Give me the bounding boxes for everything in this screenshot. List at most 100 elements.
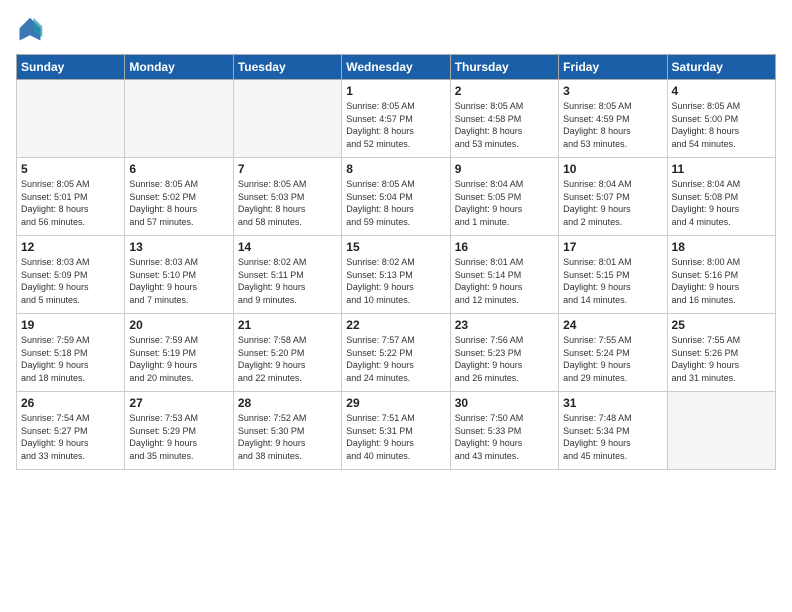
- day-info: Sunrise: 7:53 AM Sunset: 5:29 PM Dayligh…: [129, 412, 228, 462]
- day-number: 20: [129, 318, 228, 332]
- day-cell: [17, 80, 125, 158]
- day-number: 11: [672, 162, 771, 176]
- day-cell: 9 Sunrise: 8:04 AM Sunset: 5:05 PM Daylig…: [450, 158, 558, 236]
- day-number: 22: [346, 318, 445, 332]
- day-cell: 6 Sunrise: 8:05 AM Sunset: 5:02 PM Daylig…: [125, 158, 233, 236]
- day-info: Sunrise: 7:56 AM Sunset: 5:23 PM Dayligh…: [455, 334, 554, 384]
- day-number: 16: [455, 240, 554, 254]
- day-cell: 5 Sunrise: 8:05 AM Sunset: 5:01 PM Daylig…: [17, 158, 125, 236]
- day-cell: 7 Sunrise: 8:05 AM Sunset: 5:03 PM Daylig…: [233, 158, 341, 236]
- logo-icon: [16, 16, 44, 44]
- day-cell: 27 Sunrise: 7:53 AM Sunset: 5:29 PM Dayli…: [125, 392, 233, 470]
- day-cell: 11 Sunrise: 8:04 AM Sunset: 5:08 PM Dayli…: [667, 158, 775, 236]
- day-info: Sunrise: 8:05 AM Sunset: 4:57 PM Dayligh…: [346, 100, 445, 150]
- day-number: 2: [455, 84, 554, 98]
- day-cell: 2 Sunrise: 8:05 AM Sunset: 4:58 PM Daylig…: [450, 80, 558, 158]
- day-info: Sunrise: 8:01 AM Sunset: 5:14 PM Dayligh…: [455, 256, 554, 306]
- day-number: 1: [346, 84, 445, 98]
- week-row-1: 5 Sunrise: 8:05 AM Sunset: 5:01 PM Daylig…: [17, 158, 776, 236]
- calendar-table: SundayMondayTuesdayWednesdayThursdayFrid…: [16, 54, 776, 470]
- day-info: Sunrise: 7:59 AM Sunset: 5:18 PM Dayligh…: [21, 334, 120, 384]
- day-cell: 26 Sunrise: 7:54 AM Sunset: 5:27 PM Dayli…: [17, 392, 125, 470]
- day-cell: 14 Sunrise: 8:02 AM Sunset: 5:11 PM Dayli…: [233, 236, 341, 314]
- day-number: 8: [346, 162, 445, 176]
- day-cell: 19Sunrise: 7:59 AM Sunset: 5:18 PM Dayli…: [17, 314, 125, 392]
- day-info: Sunrise: 7:54 AM Sunset: 5:27 PM Dayligh…: [21, 412, 120, 462]
- day-number: 17: [563, 240, 662, 254]
- day-number: 7: [238, 162, 337, 176]
- day-info: Sunrise: 7:50 AM Sunset: 5:33 PM Dayligh…: [455, 412, 554, 462]
- day-info: Sunrise: 8:05 AM Sunset: 5:01 PM Dayligh…: [21, 178, 120, 228]
- day-number: 31: [563, 396, 662, 410]
- logo: [16, 16, 48, 44]
- day-info: Sunrise: 7:48 AM Sunset: 5:34 PM Dayligh…: [563, 412, 662, 462]
- day-info: Sunrise: 8:04 AM Sunset: 5:07 PM Dayligh…: [563, 178, 662, 228]
- day-info: Sunrise: 8:04 AM Sunset: 5:08 PM Dayligh…: [672, 178, 771, 228]
- day-info: Sunrise: 7:58 AM Sunset: 5:20 PM Dayligh…: [238, 334, 337, 384]
- day-info: Sunrise: 8:05 AM Sunset: 5:02 PM Dayligh…: [129, 178, 228, 228]
- day-info: Sunrise: 8:05 AM Sunset: 5:03 PM Dayligh…: [238, 178, 337, 228]
- header: [16, 16, 776, 44]
- week-row-2: 12Sunrise: 8:03 AM Sunset: 5:09 PM Dayli…: [17, 236, 776, 314]
- day-cell: [233, 80, 341, 158]
- day-info: Sunrise: 7:59 AM Sunset: 5:19 PM Dayligh…: [129, 334, 228, 384]
- col-header-sunday: Sunday: [17, 55, 125, 80]
- day-info: Sunrise: 8:02 AM Sunset: 5:13 PM Dayligh…: [346, 256, 445, 306]
- day-info: Sunrise: 7:51 AM Sunset: 5:31 PM Dayligh…: [346, 412, 445, 462]
- day-cell: 29 Sunrise: 7:51 AM Sunset: 5:31 PM Dayli…: [342, 392, 450, 470]
- day-number: 9: [455, 162, 554, 176]
- day-number: 23: [455, 318, 554, 332]
- day-cell: 17 Sunrise: 8:01 AM Sunset: 5:15 PM Dayli…: [559, 236, 667, 314]
- week-row-0: 1 Sunrise: 8:05 AM Sunset: 4:57 PM Daylig…: [17, 80, 776, 158]
- day-cell: 23 Sunrise: 7:56 AM Sunset: 5:23 PM Dayli…: [450, 314, 558, 392]
- day-info: Sunrise: 8:05 AM Sunset: 5:00 PM Dayligh…: [672, 100, 771, 150]
- day-cell: 24 Sunrise: 7:55 AM Sunset: 5:24 PM Dayli…: [559, 314, 667, 392]
- day-number: 13: [129, 240, 228, 254]
- day-number: 26: [21, 396, 120, 410]
- week-row-4: 26 Sunrise: 7:54 AM Sunset: 5:27 PM Dayli…: [17, 392, 776, 470]
- day-number: 27: [129, 396, 228, 410]
- day-cell: 8Sunrise: 8:05 AM Sunset: 5:04 PM Daylig…: [342, 158, 450, 236]
- day-info: Sunrise: 8:05 AM Sunset: 4:58 PM Dayligh…: [455, 100, 554, 150]
- day-number: 4: [672, 84, 771, 98]
- day-cell: 31 Sunrise: 7:48 AM Sunset: 5:34 PM Dayli…: [559, 392, 667, 470]
- day-cell: 3 Sunrise: 8:05 AM Sunset: 4:59 PM Daylig…: [559, 80, 667, 158]
- col-header-wednesday: Wednesday: [342, 55, 450, 80]
- day-info: Sunrise: 8:00 AM Sunset: 5:16 PM Dayligh…: [672, 256, 771, 306]
- day-info: Sunrise: 8:05 AM Sunset: 4:59 PM Dayligh…: [563, 100, 662, 150]
- day-info: Sunrise: 7:52 AM Sunset: 5:30 PM Dayligh…: [238, 412, 337, 462]
- day-cell: 20 Sunrise: 7:59 AM Sunset: 5:19 PM Dayli…: [125, 314, 233, 392]
- day-number: 10: [563, 162, 662, 176]
- day-info: Sunrise: 8:02 AM Sunset: 5:11 PM Dayligh…: [238, 256, 337, 306]
- week-row-3: 19Sunrise: 7:59 AM Sunset: 5:18 PM Dayli…: [17, 314, 776, 392]
- day-cell: 22 Sunrise: 7:57 AM Sunset: 5:22 PM Dayli…: [342, 314, 450, 392]
- day-cell: 12Sunrise: 8:03 AM Sunset: 5:09 PM Dayli…: [17, 236, 125, 314]
- day-number: 28: [238, 396, 337, 410]
- day-number: 15: [346, 240, 445, 254]
- day-number: 18: [672, 240, 771, 254]
- day-cell: 25Sunrise: 7:55 AM Sunset: 5:26 PM Dayli…: [667, 314, 775, 392]
- day-info: Sunrise: 7:55 AM Sunset: 5:24 PM Dayligh…: [563, 334, 662, 384]
- day-number: 25: [672, 318, 771, 332]
- day-cell: 13Sunrise: 8:03 AM Sunset: 5:10 PM Dayli…: [125, 236, 233, 314]
- col-header-friday: Friday: [559, 55, 667, 80]
- day-info: Sunrise: 8:04 AM Sunset: 5:05 PM Dayligh…: [455, 178, 554, 228]
- day-cell: [667, 392, 775, 470]
- day-info: Sunrise: 8:03 AM Sunset: 5:09 PM Dayligh…: [21, 256, 120, 306]
- day-number: 24: [563, 318, 662, 332]
- day-number: 21: [238, 318, 337, 332]
- day-number: 5: [21, 162, 120, 176]
- day-number: 14: [238, 240, 337, 254]
- day-number: 6: [129, 162, 228, 176]
- col-header-saturday: Saturday: [667, 55, 775, 80]
- col-header-monday: Monday: [125, 55, 233, 80]
- day-number: 3: [563, 84, 662, 98]
- day-info: Sunrise: 7:57 AM Sunset: 5:22 PM Dayligh…: [346, 334, 445, 384]
- day-cell: 1 Sunrise: 8:05 AM Sunset: 4:57 PM Daylig…: [342, 80, 450, 158]
- day-cell: 16 Sunrise: 8:01 AM Sunset: 5:14 PM Dayli…: [450, 236, 558, 314]
- day-cell: 18 Sunrise: 8:00 AM Sunset: 5:16 PM Dayli…: [667, 236, 775, 314]
- day-number: 29: [346, 396, 445, 410]
- day-info: Sunrise: 8:01 AM Sunset: 5:15 PM Dayligh…: [563, 256, 662, 306]
- day-cell: 10 Sunrise: 8:04 AM Sunset: 5:07 PM Dayli…: [559, 158, 667, 236]
- col-header-thursday: Thursday: [450, 55, 558, 80]
